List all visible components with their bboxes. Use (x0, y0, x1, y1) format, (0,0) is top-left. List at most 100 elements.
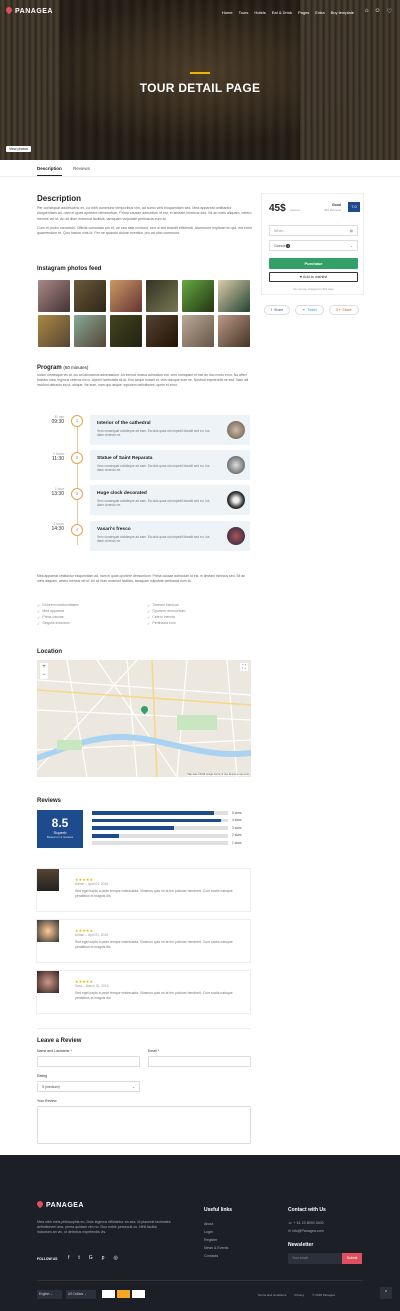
tab-description[interactable]: Description (37, 166, 62, 176)
booking-box: 45$ /person Good 350 Reviews 7.0 When.. ▦… (261, 193, 364, 295)
step-desc: Vero consequat cotidieque ad eam. Ea dui… (97, 499, 210, 508)
newsletter-input[interactable]: Your email (288, 1253, 342, 1264)
instagram-photo[interactable] (74, 315, 106, 347)
follow-us-label: FOLLOW US (37, 1257, 58, 1261)
footer-link-news[interactable]: News & Events (204, 1244, 228, 1252)
instagram-photo[interactable] (182, 315, 214, 347)
tab-reviews[interactable]: Reviews (73, 166, 90, 171)
footer-link-register[interactable]: Register (204, 1236, 228, 1244)
newsletter-submit-button[interactable]: Submit (342, 1253, 362, 1264)
brand-logo[interactable]: PANAGEA (6, 7, 53, 15)
description-text-2: Cum et probo menandri. Officiis consulat… (37, 225, 252, 236)
instagram-photo[interactable] (38, 315, 70, 347)
contact-heading: Contact with Us (288, 1207, 326, 1213)
instagram-photo[interactable] (146, 315, 178, 347)
view-photos-button[interactable]: View photos (6, 146, 32, 152)
rating-select[interactable]: 5 (medium) ⌄ (37, 1081, 140, 1092)
wishlist-button[interactable]: ♥ Add to wishlist (269, 272, 358, 282)
footer-link-contacts[interactable]: Contacts (204, 1252, 228, 1260)
name-input[interactable] (37, 1056, 140, 1067)
check-icon: ✓ (37, 608, 41, 614)
guests-select[interactable]: Guests 1 ⌄ (269, 240, 358, 251)
facebook-icon: f (271, 308, 272, 312)
chevron-down-icon: ⌄ (84, 1292, 87, 1296)
program-step-card: Vasari's fresco Vero consequat cotidiequ… (90, 521, 250, 551)
instagram-photo[interactable] (38, 280, 70, 312)
review-author: Sara – March 31, 2016 (75, 984, 109, 988)
price: 45$ (269, 203, 286, 214)
rating-bar (92, 811, 228, 815)
fullscreen-icon[interactable]: ⛶ (240, 663, 248, 671)
avatar (37, 920, 59, 942)
nav-item-tours[interactable]: Tours (239, 10, 249, 15)
check-icon: ✓ (37, 614, 41, 620)
program-heading: Program (37, 365, 62, 371)
instagram-photo[interactable] (218, 315, 250, 347)
currency-value: US Dollars (68, 1292, 84, 1296)
step-time: 13:30 (51, 491, 64, 497)
paypal-icon (132, 1290, 145, 1298)
feature-item: Mea appareat (42, 609, 64, 613)
feature-item: Prima causae (42, 615, 64, 619)
pinterest-icon[interactable]: p (102, 1255, 105, 1261)
currency-select[interactable]: US Dollars ⌄ (66, 1290, 96, 1299)
instagram-photo[interactable] (110, 280, 142, 312)
twitter-share-button[interactable]: ✦ Tweet (295, 305, 324, 315)
newsletter-placeholder: Your email (292, 1256, 308, 1260)
review-item: ★★★★★ Admin – April 03, 2016 Sed eget tu… (36, 868, 251, 912)
cart-icon[interactable]: ⌂ (365, 8, 369, 15)
step-time: 09:30 (51, 419, 64, 425)
instagram-icon[interactable]: ◎ (113, 1255, 117, 1261)
tweet-label: Tweet (307, 308, 317, 312)
nav-item-pages[interactable]: Pages (298, 10, 309, 15)
rating-label: Rating (37, 1074, 48, 1078)
nav-item-home[interactable]: Home (222, 10, 233, 15)
nav-item-hotels[interactable]: Hotels (254, 10, 265, 15)
nav-item-extra[interactable]: Extra (315, 10, 324, 15)
chevron-down-icon: ⌄ (349, 244, 353, 248)
language-select[interactable]: English ⌄ (37, 1290, 62, 1299)
instagram-photo[interactable] (110, 315, 142, 347)
back-to-top-button[interactable]: ⌃ (380, 1287, 392, 1299)
zoom-in-button[interactable]: + (40, 663, 48, 671)
check-icon: ✓ (147, 608, 151, 614)
step-title: Vasari's fresco (97, 527, 131, 532)
map[interactable]: + − ⛶ Map data ©2018 Google Terms of Use … (37, 660, 251, 777)
twitter-icon[interactable]: t (78, 1255, 79, 1261)
instagram-photo[interactable] (74, 280, 106, 312)
user-icon[interactable]: ☺ (374, 8, 380, 15)
terms-link[interactable]: Terms and conditions (258, 1293, 286, 1297)
email-address[interactable]: info@Panagea.com (292, 1229, 324, 1233)
nav-item-eat-drink[interactable]: Eat & Drink (272, 10, 292, 15)
rating-bar-label: 2 stars (232, 833, 242, 838)
step-title: Statue of Saint Reparata (97, 456, 153, 461)
step-title: Huge clock decorated (97, 491, 147, 496)
check-icon: ✓ (147, 602, 151, 608)
divider (37, 1028, 251, 1029)
email: ✉ info@Panagea.com (288, 1229, 324, 1233)
heart-icon[interactable]: ♡ (387, 8, 392, 15)
instagram-photo[interactable] (182, 280, 214, 312)
facebook-share-button[interactable]: f Share (264, 305, 291, 315)
privacy-link[interactable]: Privacy (294, 1293, 304, 1297)
instagram-photo[interactable] (218, 280, 250, 312)
step-image (227, 527, 245, 545)
footer-link-login[interactable]: Login (204, 1228, 228, 1236)
date-input[interactable]: When.. ▦ (269, 225, 358, 236)
rating-bar (92, 818, 228, 823)
google-share-button[interactable]: G+ Share (328, 305, 359, 315)
instagram-photo[interactable] (146, 280, 178, 312)
reviews-heading: Reviews (37, 798, 62, 804)
nav-item-buy-template[interactable]: Buy template (331, 10, 354, 15)
purchase-button[interactable]: Purchase (269, 258, 358, 269)
footer-link-about[interactable]: About (204, 1220, 228, 1228)
google-plus-icon[interactable]: G (89, 1255, 93, 1261)
email-input[interactable] (148, 1056, 251, 1067)
price-unit: /person (290, 208, 301, 212)
rating-word: Good (332, 203, 341, 207)
zoom-out-button[interactable]: − (40, 671, 48, 679)
wishlist-label: Add to wishlist (302, 275, 328, 279)
review-textarea[interactable] (37, 1106, 251, 1144)
footer-logo[interactable]: PANAGEA (37, 1201, 84, 1209)
facebook-icon[interactable]: f (68, 1255, 69, 1261)
